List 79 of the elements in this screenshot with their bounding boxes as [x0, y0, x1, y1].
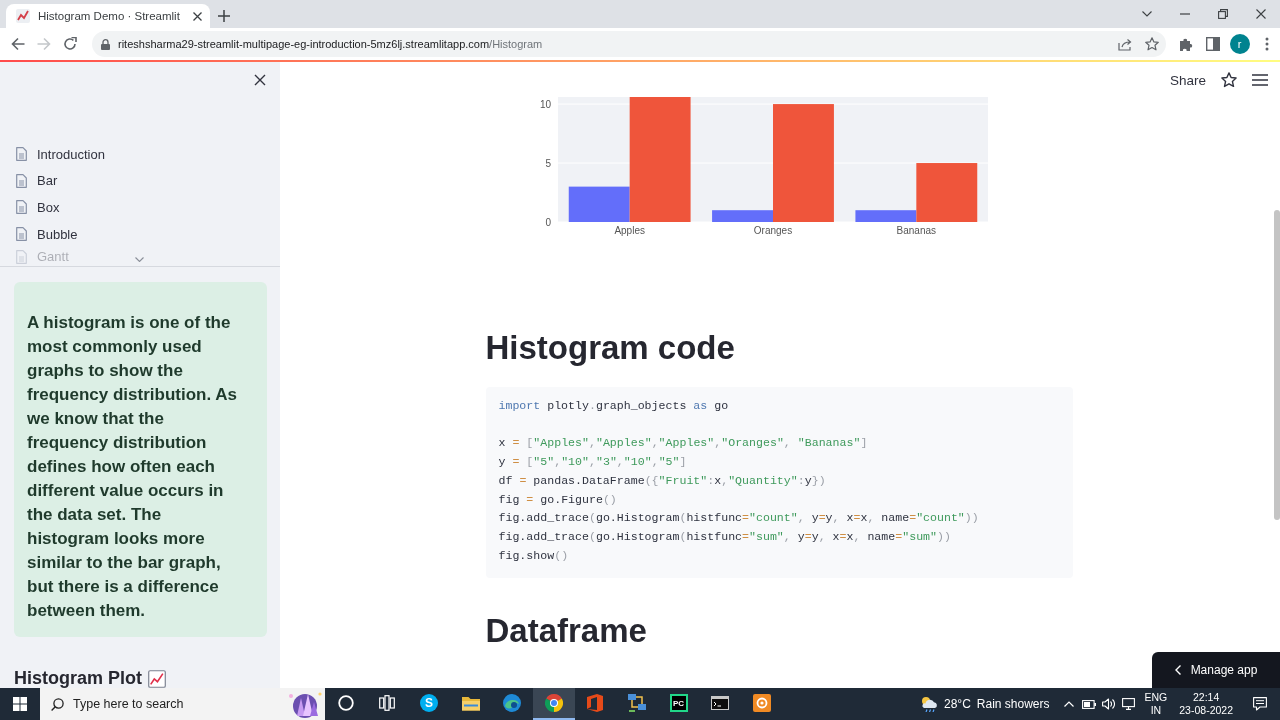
nav-link[interactable]: Introduction [8, 141, 113, 168]
chevron-up-icon[interactable] [1063, 701, 1074, 707]
circle-tile-icon [752, 694, 771, 712]
code-line: fig = go.Figure() [498, 491, 617, 508]
browser-tab[interactable]: Histogram Demo · Streamlit [6, 4, 210, 28]
nav-link[interactable]: Bubble [8, 220, 86, 248]
chevron-left-icon [1174, 665, 1181, 675]
share-icon[interactable] [1118, 37, 1132, 51]
clock[interactable]: 22:14 23-08-2022 [1177, 691, 1235, 717]
search-field[interactable]: Type here to search [40, 688, 325, 720]
code-line: x = ["Apples","Apples","Apples","Oranges", "Bananas"] [498, 435, 868, 452]
monitor-icon[interactable] [1122, 698, 1135, 710]
volume-icon[interactable] [1102, 698, 1115, 710]
folder-icon [461, 694, 480, 712]
sidebar-heading: Histogram Plot [14, 668, 142, 688]
start-icon[interactable] [13, 697, 27, 711]
axis-category-label: Oranges [753, 225, 792, 236]
code-line: fig.add_trace(go.Histogram(histfunc="sum", y=y, x=x, name="sum")) [498, 528, 951, 545]
axis-tick-label: 5 [544, 157, 551, 169]
star-icon[interactable] [1221, 72, 1237, 88]
scrollbar-thumb[interactable] [1274, 210, 1280, 520]
side-panel-icon[interactable] [1205, 37, 1220, 51]
manage-app-button[interactable]: Manage app [1152, 652, 1280, 688]
chevron-down-icon[interactable] [1142, 11, 1152, 17]
axis-category-label: Bananas [896, 225, 936, 236]
puzzle-icon[interactable] [1178, 37, 1193, 51]
close-icon[interactable] [1256, 9, 1266, 19]
close-icon[interactable] [193, 11, 202, 21]
section-heading: Histogram code [485, 328, 736, 368]
weather-temperature[interactable]: 28°C [944, 697, 971, 711]
app-tile-icon [586, 694, 605, 712]
axis-tick-label: 0 [544, 216, 551, 228]
chart-line-icon [16, 9, 30, 23]
search-icon [51, 698, 64, 711]
swirl-icon [503, 694, 522, 712]
task-view-icon [379, 695, 396, 711]
address-bar[interactable]: riteshsharma29-streamlit-multipage-eg-introduction-5mz6lj.streamlitapp.com/Histogram [92, 31, 1166, 57]
axis-category-label: Apples [613, 225, 645, 236]
network-icon [627, 694, 646, 712]
page-icon [16, 249, 27, 264]
battery-icon[interactable] [1081, 699, 1096, 709]
menu-icon[interactable] [1252, 74, 1268, 86]
language-indicator[interactable]: ENG IN [1142, 691, 1170, 717]
more-icon[interactable] [1264, 37, 1269, 51]
code-line: import plotly.graph_objects as go [498, 398, 729, 414]
page-icon [16, 147, 27, 162]
taskbar-button[interactable] [532, 688, 575, 720]
page-icon [16, 227, 27, 242]
weather-cloud-icon[interactable] [920, 696, 938, 712]
pc-logo-icon: PC [669, 694, 688, 712]
code-line: y = ["5","10","3","10","5"] [498, 454, 687, 471]
tricolor-circle-icon [544, 694, 563, 712]
terminal-icon [711, 694, 730, 712]
crystal-art-icon [287, 690, 323, 718]
taskbar-button[interactable]: PC [657, 688, 700, 720]
restore-icon[interactable] [1218, 9, 1228, 19]
code-line: df = pandas.DataFrame({"Fruit":x,"Quantity":y}) [498, 472, 826, 489]
chart-increasing-icon [148, 669, 166, 688]
s-logo-icon: S [420, 694, 438, 712]
page-icon [16, 173, 27, 188]
lock-icon[interactable] [101, 38, 110, 50]
reload-icon[interactable] [63, 37, 77, 51]
circle-icon [337, 695, 354, 711]
nav-link[interactable]: Box [8, 194, 68, 221]
share-button[interactable]: Share [1169, 72, 1206, 88]
plus-icon[interactable] [218, 10, 230, 22]
notification-icon[interactable] [1253, 697, 1267, 711]
star-icon[interactable] [1145, 37, 1159, 51]
success-message: A histogram is one of the most commonly used graphs to show the frequency distribution. As we know that the frequency distribution defines how often each different value occurs in the data set. The histogram looks more similar to the bar graph, but there is a difference between them. [14, 282, 267, 638]
axis-tick-label: 10 [539, 98, 551, 110]
nav-link[interactable]: Bar [8, 167, 66, 195]
page-icon [16, 200, 27, 215]
section-heading: Dataframe [485, 611, 648, 652]
code-line: fig.show() [498, 547, 569, 564]
profile-avatar[interactable]: r [1229, 34, 1250, 54]
close-icon[interactable] [254, 74, 266, 86]
code-line: fig.add_trace(go.Histogram(histfunc="count", y=y, x=x, name="count")) [498, 510, 979, 527]
back-icon[interactable] [11, 37, 25, 51]
weather-condition[interactable]: Rain showers [976, 697, 1050, 711]
